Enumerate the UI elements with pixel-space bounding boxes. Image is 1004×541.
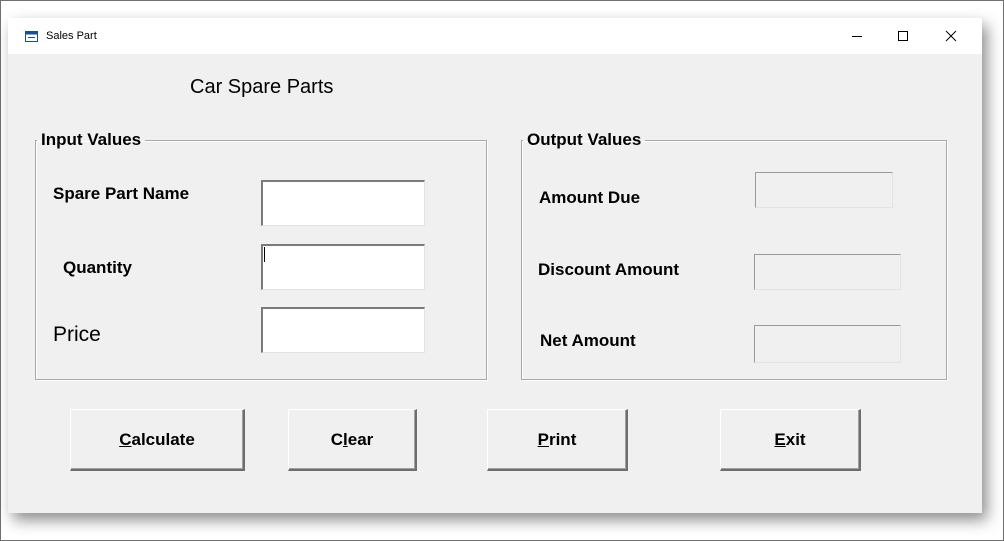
window-title: Sales Part (46, 30, 97, 42)
amount-due-output[interactable] (755, 172, 893, 208)
discount-amount-label: Discount Amount (538, 260, 680, 279)
app-icon (25, 30, 39, 42)
calculate-mnemonic: C (119, 429, 132, 449)
title-bar[interactable]: Sales Part (8, 18, 982, 54)
input-values-legend: Input Values (41, 130, 142, 149)
close-button[interactable] (928, 18, 974, 54)
exit-button[interactable]: Exit (720, 409, 861, 471)
price-label: Price (53, 323, 101, 346)
print-mnemonic: P (537, 429, 549, 449)
quantity-label: Quantity (63, 258, 132, 277)
clear-label-end: ear (347, 429, 374, 449)
output-values-legend: Output Values (527, 130, 642, 149)
exit-mnemonic: E (774, 429, 786, 449)
quantity-input[interactable] (261, 244, 425, 290)
close-icon (945, 30, 957, 42)
quantity-field-wrapper (261, 244, 425, 290)
minimize-button[interactable] (834, 18, 880, 54)
amount-due-label: Amount Due (539, 188, 641, 207)
clear-label-start: C (330, 429, 343, 449)
calculate-label: alculate (131, 429, 195, 449)
sales-part-window: Sales Part Car Spare Parts Input Values … (8, 18, 982, 513)
net-amount-output[interactable] (754, 325, 901, 363)
maximize-icon (898, 31, 908, 41)
text-cursor (264, 247, 265, 262)
net-amount-label: Net Amount (540, 331, 636, 350)
price-input[interactable] (261, 307, 425, 353)
discount-amount-output[interactable] (754, 254, 901, 290)
clear-button[interactable]: Cl ear (288, 409, 417, 471)
maximize-button[interactable] (880, 18, 926, 54)
spare-part-name-input[interactable] (261, 180, 425, 226)
exit-label: xit (785, 429, 806, 449)
print-label: rint (548, 429, 577, 449)
form-heading: Car Spare Parts (190, 76, 334, 98)
calculate-button[interactable]: Calculate (70, 409, 245, 471)
print-button[interactable]: Print (487, 409, 628, 471)
minimize-icon (852, 36, 862, 37)
spare-part-name-label: Spare Part Name (53, 184, 190, 203)
